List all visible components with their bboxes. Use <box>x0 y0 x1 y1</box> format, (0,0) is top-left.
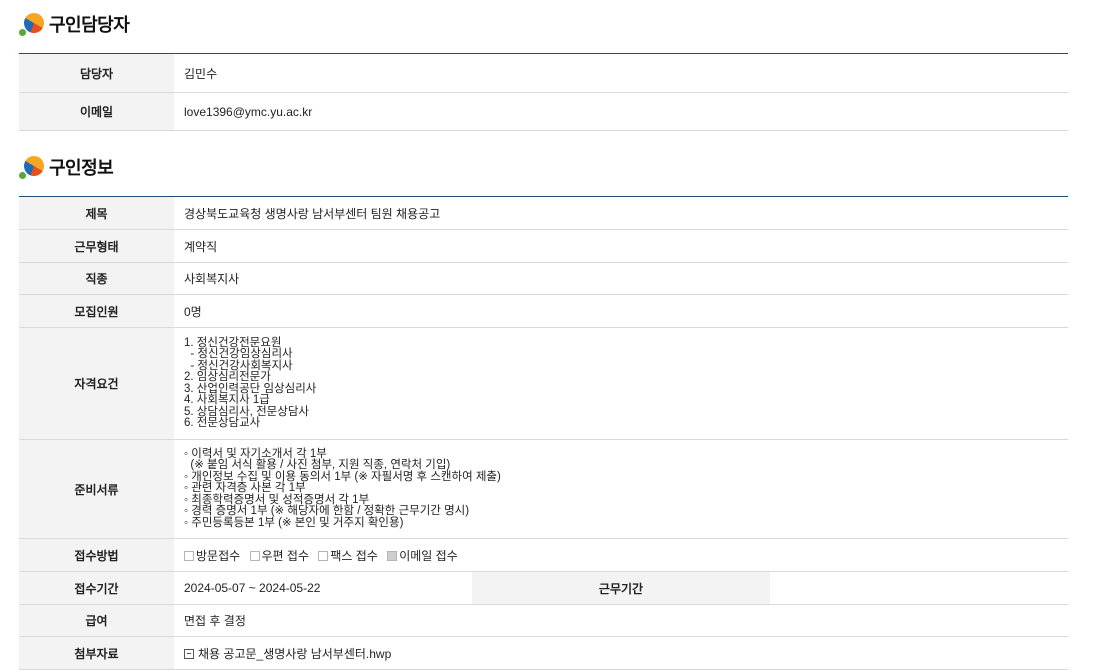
contact-section-title: 구인담당자 <box>19 11 130 37</box>
checkbox-icon <box>318 550 329 561</box>
contact-section-title-text: 구인담당자 <box>49 15 130 36</box>
application-method-value: 방문접수 우편 접수 팩스 접수 이메일 접수 <box>174 538 1068 572</box>
logo-icon <box>19 11 45 37</box>
method-visit: 방문접수 <box>184 549 240 563</box>
contact-table: 담당자 김민수 이메일 love1396@ymc.yu.ac.kr <box>19 53 1068 131</box>
qualifications-label: 자격요건 <box>19 327 174 440</box>
job-title-value: 경상북도교육청 생명사랑 남서부센터 팀원 채용공고 <box>174 196 1068 230</box>
qualification-line: 4. 사회복지사 1급 <box>184 394 270 406</box>
method-mail-label: 우편 접수 <box>261 548 310 563</box>
job-category-value: 사회복지사 <box>174 262 1068 295</box>
method-email-label: 이메일 접수 <box>399 548 458 563</box>
qualification-line: 2. 임상심리전문가 <box>184 371 271 383</box>
qualification-line: 6. 전문상담교사 <box>184 417 261 429</box>
table-row: 자격요건 1. 정신건강전문요원 - 정신건강임상심리사 - 정신건강사회복지사… <box>19 327 1068 440</box>
table-row: 이메일 love1396@ymc.yu.ac.kr <box>19 92 1068 131</box>
table-row: 접수방법 방문접수 우편 접수 팩스 접수 이메일 접수 <box>19 538 1068 572</box>
method-mail: 우편 접수 <box>249 548 310 563</box>
table-row: 모집인원 0명 <box>19 294 1068 328</box>
table-row: 첨부자료 채용 공고문_생명사랑 남서부센터.hwp <box>19 636 1068 670</box>
qualifications-value: 1. 정신건강전문요원 - 정신건강임상심리사 - 정신건강사회복지사 2. 임… <box>174 327 1068 440</box>
job-section-title: 구인정보 <box>19 154 114 180</box>
attachment-link[interactable]: 채용 공고문_생명사랑 남서부센터.hwp <box>198 647 391 661</box>
checkbox-icon <box>184 550 194 561</box>
file-icon <box>184 648 194 659</box>
method-visit-label: 방문접수 <box>196 548 241 563</box>
qualification-line: 3. 산업인력공단 임상심리사 <box>184 382 317 395</box>
table-row: 접수기간 2024-05-07 ~ 2024-05-22 근무기간 <box>19 571 1068 605</box>
application-method-label: 접수방법 <box>19 538 174 572</box>
qualification-line: 5. 상담심리사, 전문상담사 <box>184 405 309 418</box>
logo-icon <box>19 154 45 180</box>
employment-type-value: 계약직 <box>174 229 1068 263</box>
job-category-label: 직종 <box>19 262 174 295</box>
qualification-line: - 정신건강임상심리사 <box>184 348 293 360</box>
table-row: 근무형태 계약직 <box>19 229 1068 263</box>
email-value[interactable]: love1396@ymc.yu.ac.kr <box>174 92 1068 131</box>
job-table: 제목 경상북도교육청 생명사랑 남서부센터 팀원 채용공고 근무형태 계약직 직… <box>19 196 1068 670</box>
qualification-line: - 정신건강사회복지사 <box>184 359 293 372</box>
method-fax: 팩스 접수 <box>318 549 378 563</box>
table-row: 급여 면접 후 결정 <box>19 604 1068 637</box>
employment-type-label: 근무형태 <box>19 229 174 263</box>
work-period-label: 근무기간 <box>472 571 770 605</box>
table-row: 담당자 김민수 <box>19 53 1068 93</box>
document-line: ◦ 주민등록등본 1부 (※ 본인 및 거주지 확인용) <box>184 516 404 529</box>
method-email: 이메일 접수 <box>387 549 458 563</box>
checkbox-icon <box>249 550 260 561</box>
document-line: ◦ 개인정보 수집 및 이용 동의서 1부 (※ 자필서명 후 스캔하여 제출) <box>184 470 501 483</box>
application-period-label: 접수기간 <box>19 571 174 605</box>
table-row: 제목 경상북도교육청 생명사랑 남서부센터 팀원 채용공고 <box>19 196 1068 230</box>
documents-label: 준비서류 <box>19 439 174 539</box>
qualification-line: 1. 정신건강전문요원 <box>184 336 282 349</box>
salary-value: 면접 후 결정 <box>174 604 1068 637</box>
attachment-value: 채용 공고문_생명사랑 남서부센터.hwp <box>174 636 1068 670</box>
table-row: 직종 사회복지사 <box>19 262 1068 295</box>
application-period-value: 2024-05-07 ~ 2024-05-22 <box>174 571 472 605</box>
table-row: 준비서류 ◦ 이력서 및 자기소개서 각 1부 (※ 붙임 서식 활용 / 사진… <box>19 439 1068 539</box>
attachment-label: 첨부자료 <box>19 636 174 670</box>
contact-label: 담당자 <box>19 53 174 93</box>
email-label: 이메일 <box>19 92 174 131</box>
salary-label: 급여 <box>19 604 174 637</box>
contact-name-value: 김민수 <box>174 53 1068 93</box>
documents-value: ◦ 이력서 및 자기소개서 각 1부 (※ 붙임 서식 활용 / 사진 첨부, … <box>174 439 1068 539</box>
job-section-title-text: 구인정보 <box>49 158 114 179</box>
work-period-value <box>770 571 1068 605</box>
headcount-value: 0명 <box>174 294 1068 328</box>
title-label: 제목 <box>19 196 174 230</box>
checkbox-checked-icon <box>387 550 398 561</box>
headcount-label: 모집인원 <box>19 294 174 328</box>
method-fax-label: 팩스 접수 <box>330 548 378 563</box>
